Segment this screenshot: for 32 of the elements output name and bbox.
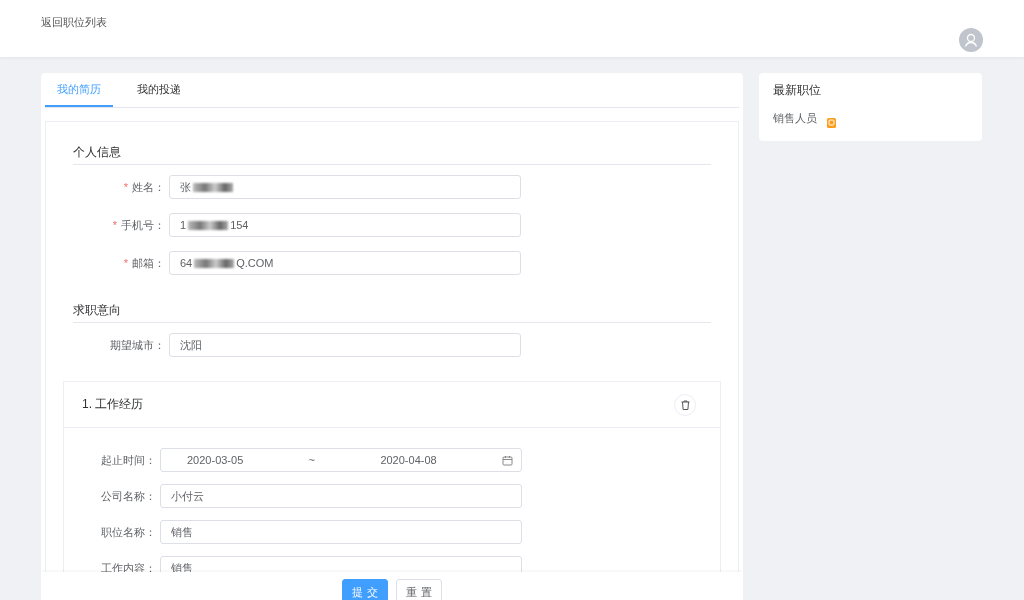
- calendar-icon: [502, 454, 513, 466]
- tab[interactable]: 我的投递: [125, 73, 193, 107]
- reset-button[interactable]: 重 置: [396, 579, 442, 600]
- field-label: 起止时间：: [100, 452, 157, 468]
- input-field[interactable]: 1 154: [169, 213, 521, 237]
- input-field[interactable]: 64 Q.COM: [169, 251, 521, 275]
- required-mark: *: [112, 218, 117, 231]
- input-field[interactable]: 销售: [160, 556, 522, 572]
- range-separator: ~: [308, 454, 316, 466]
- field-label: 公司名称：: [100, 488, 157, 504]
- job-link[interactable]: 销售人员: [773, 111, 817, 126]
- delete-button[interactable]: [674, 393, 696, 416]
- back-link[interactable]: 返回职位列表: [41, 15, 107, 30]
- card-title: 1. 工作经历: [82, 396, 144, 413]
- end-date: 2020-04-08: [380, 454, 437, 466]
- field-label: * 姓名：: [122, 179, 166, 195]
- start-date: 2020-03-05: [187, 454, 244, 466]
- input-field[interactable]: 张: [169, 175, 521, 199]
- field-label: 期望城市：: [109, 337, 166, 353]
- trash-icon: [680, 399, 690, 410]
- section-title: 求职意向: [73, 289, 711, 323]
- input-field[interactable]: 销售: [160, 520, 522, 544]
- date-range-field[interactable]: 2020-03-05 ~ 2020-04-08: [160, 448, 522, 472]
- field-label: * 邮箱：: [122, 255, 166, 271]
- required-mark: *: [123, 256, 128, 269]
- section-title: 个人信息: [73, 122, 711, 165]
- required-mark: *: [123, 180, 128, 193]
- input-field[interactable]: 沈阳: [169, 333, 521, 357]
- input-field[interactable]: 小付云: [160, 484, 522, 508]
- panel-title: 最新职位: [773, 82, 822, 99]
- field-label: * 手机号：: [111, 217, 166, 233]
- field-label: 职位名称：: [100, 524, 157, 540]
